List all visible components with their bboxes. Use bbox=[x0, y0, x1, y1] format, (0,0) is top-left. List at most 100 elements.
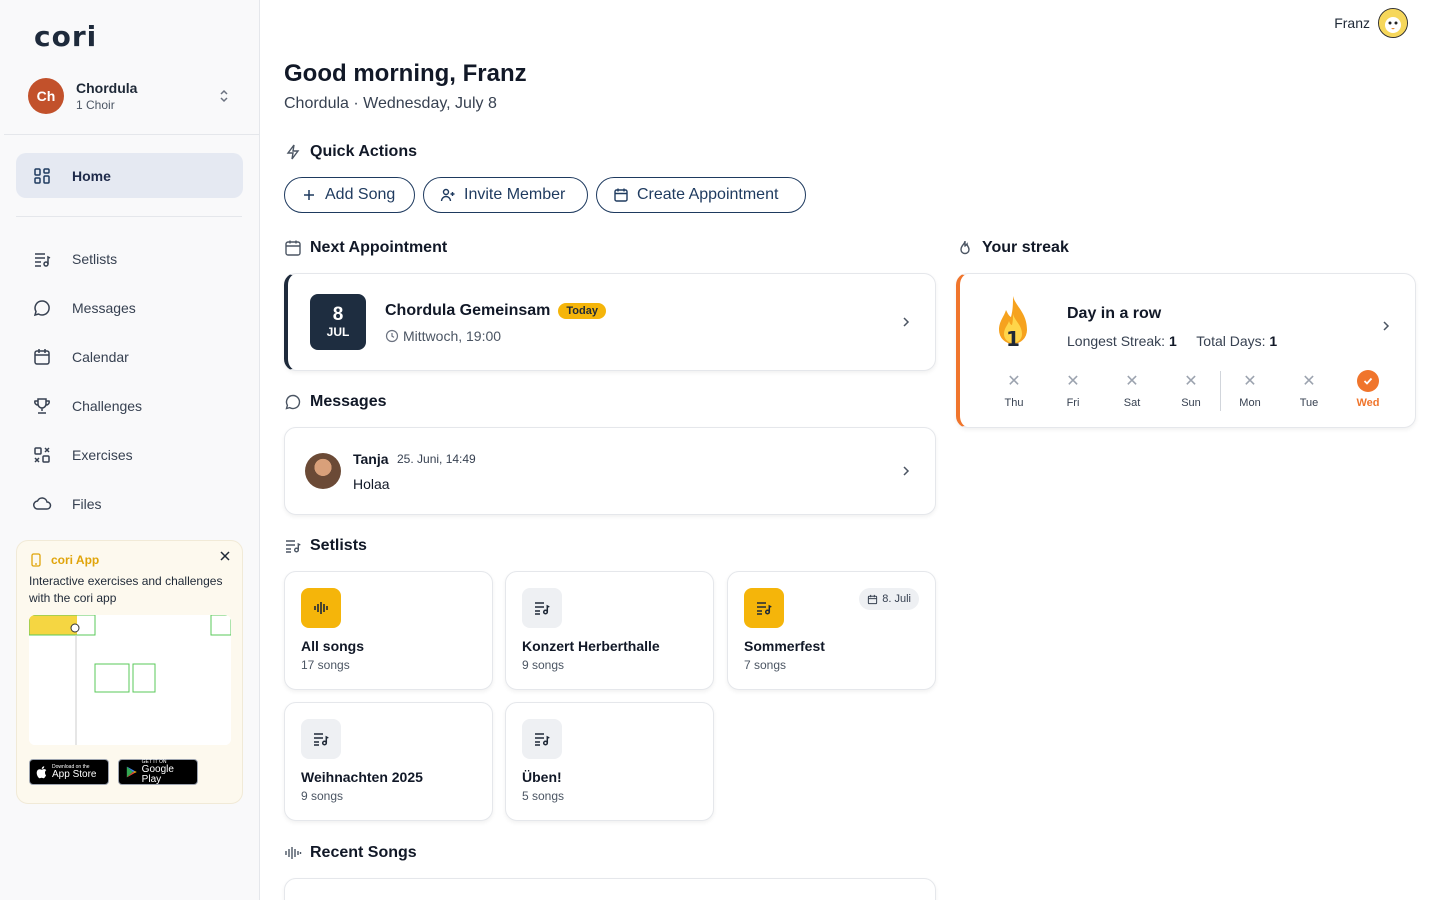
setlist-icon bbox=[744, 588, 784, 628]
lightning-icon bbox=[286, 144, 300, 160]
next-appointment-title: Next Appointment bbox=[310, 239, 448, 256]
message-icon bbox=[32, 298, 52, 318]
streak-day: ✕ Fri bbox=[1053, 369, 1093, 409]
setlist-card[interactable]: All songs 17 songs bbox=[284, 571, 493, 690]
setlist-icon bbox=[522, 719, 562, 759]
choir-name: Chordula bbox=[76, 80, 138, 96]
user-menu[interactable]: Franz bbox=[1334, 8, 1408, 38]
setlists-heading: Setlists bbox=[284, 537, 367, 555]
phone-icon bbox=[31, 553, 41, 567]
streak-card[interactable]: 1 Day in a row Longest Streak: 1 Total D… bbox=[956, 273, 1416, 428]
message-preview: Holaa bbox=[353, 476, 390, 492]
x-icon: ✕ bbox=[1302, 373, 1316, 390]
sidebar-item-challenges[interactable]: Challenges bbox=[16, 383, 243, 428]
week-divider bbox=[1220, 371, 1221, 411]
appointment-time: Mittwoch, 19:00 bbox=[385, 328, 501, 344]
sidebar-item-exercises[interactable]: Exercises bbox=[16, 432, 243, 477]
recent-songs-title: Recent Songs bbox=[310, 844, 417, 861]
setlist-icon bbox=[522, 588, 562, 628]
choir-switcher[interactable]: Ch Chordula 1 Choir bbox=[16, 68, 244, 124]
setlist-count: 7 songs bbox=[744, 658, 787, 672]
message-card[interactable]: Tanja 25. Juni, 14:49 Holaa bbox=[284, 427, 936, 515]
calendar-icon bbox=[614, 188, 628, 202]
setlist-count: 9 songs bbox=[522, 658, 565, 672]
add-song-button[interactable]: Add Song bbox=[284, 177, 415, 213]
calendar-icon bbox=[868, 594, 878, 604]
setlist-date-badge: 8. Juli bbox=[859, 588, 919, 610]
appointment-name: Chordula Gemeinsam bbox=[385, 302, 551, 319]
sidebar-item-setlists[interactable]: Setlists bbox=[16, 236, 243, 281]
setlist-count: 17 songs bbox=[301, 658, 350, 672]
day-label: Thu bbox=[1004, 397, 1024, 409]
total-days-value: 1 bbox=[1269, 333, 1278, 349]
day-label: Tue bbox=[1299, 397, 1319, 409]
streak-day: ✕ Thu bbox=[994, 369, 1034, 409]
x-icon: ✕ bbox=[1125, 373, 1139, 390]
google-play-icon bbox=[126, 766, 137, 778]
sidebar-item-files[interactable]: Files bbox=[16, 481, 243, 526]
check-icon bbox=[1357, 370, 1379, 392]
messages-heading: Messages bbox=[284, 393, 387, 411]
app-store-badge[interactable]: Download on the App Store bbox=[29, 759, 109, 785]
promo-description: Interactive exercises and challenges wit… bbox=[29, 574, 223, 605]
app-promo-card: cori App Interactive exercises and chall… bbox=[16, 540, 243, 804]
setlist-card[interactable]: Weihnachten 2025 9 songs bbox=[284, 702, 493, 821]
sidebar-item-home[interactable]: Home bbox=[16, 153, 243, 198]
setlist-card[interactable]: Konzert Herberthalle 9 songs bbox=[505, 571, 714, 690]
recent-songs-card bbox=[284, 878, 936, 900]
setlist-card[interactable]: 8. Juli Sommerfest 7 songs bbox=[727, 571, 936, 690]
exercise-icon bbox=[32, 445, 52, 465]
setlist-icon bbox=[301, 719, 341, 759]
user-plus-icon bbox=[440, 188, 455, 202]
total-days-label: Total Days: bbox=[1196, 333, 1266, 349]
appointment-day: 8 bbox=[332, 304, 344, 325]
apple-icon bbox=[36, 766, 47, 779]
quick-actions-heading: Quick Actions bbox=[284, 143, 417, 161]
message-author: Tanja bbox=[353, 451, 389, 467]
clock-icon bbox=[385, 329, 399, 343]
user-name: Franz bbox=[1334, 15, 1370, 31]
chevron-right-icon bbox=[903, 466, 910, 476]
setlist-icon bbox=[286, 540, 301, 553]
promo-title: cori App bbox=[29, 553, 230, 567]
close-icon[interactable] bbox=[218, 549, 232, 563]
promo-title-text: cori App bbox=[51, 553, 100, 567]
add-song-label: Add Song bbox=[325, 186, 396, 203]
app-store-big: App Store bbox=[52, 769, 97, 780]
streak-heading: Your streak bbox=[956, 239, 1069, 257]
sidebar: cori Ch Chordula 1 Choir Home Setlists M… bbox=[0, 0, 260, 900]
streak-day: ✕ Tue bbox=[1289, 369, 1329, 409]
setlist-count: 9 songs bbox=[301, 789, 344, 803]
sidebar-item-label: Home bbox=[72, 167, 111, 184]
promo-screenshot bbox=[29, 615, 231, 745]
setlist-name: Sommerfest bbox=[744, 638, 825, 654]
streak-day: ✕ Mon bbox=[1230, 369, 1270, 409]
invite-member-label: Invite Member bbox=[464, 186, 566, 203]
create-appointment-button[interactable]: Create Appointment bbox=[596, 177, 806, 213]
appointment-date: 8 JUL bbox=[310, 294, 366, 350]
streak-title: Your streak bbox=[982, 239, 1069, 256]
create-appointment-label: Create Appointment bbox=[637, 186, 779, 203]
message-icon bbox=[285, 394, 301, 410]
sidebar-item-calendar[interactable]: Calendar bbox=[16, 334, 243, 379]
avatar bbox=[1378, 8, 1408, 38]
invite-member-button[interactable]: Invite Member bbox=[423, 177, 588, 213]
streak-day: ✕ Sun bbox=[1171, 369, 1211, 409]
google-play-badge[interactable]: GET IT ON Google Play bbox=[118, 759, 198, 785]
waveform-icon bbox=[285, 847, 302, 859]
streak-week: ✕ Thu ✕ Fri ✕ Sat ✕ Sun ✕ Mon ✕ Tue Wed bbox=[980, 369, 1410, 413]
appointment-time-text: Mittwoch, 19:00 bbox=[403, 328, 502, 344]
sidebar-item-label: Exercises bbox=[72, 446, 133, 463]
x-icon: ✕ bbox=[1007, 373, 1021, 390]
setlist-card[interactable]: Üben! 5 songs bbox=[505, 702, 714, 821]
longest-streak-label: Longest Streak: bbox=[1067, 333, 1166, 349]
trophy-icon bbox=[32, 396, 52, 416]
day-label: Sat bbox=[1123, 397, 1141, 409]
sidebar-item-messages[interactable]: Messages bbox=[16, 285, 243, 330]
appointment-card[interactable]: 8 JUL Chordula Gemeinsam Today Mittwoch,… bbox=[284, 273, 936, 371]
longest-streak-value: 1 bbox=[1168, 333, 1177, 349]
flame-icon: 1 bbox=[999, 296, 1027, 351]
streak-heading-text: Day in a row bbox=[1067, 305, 1162, 322]
quick-actions-title: Quick Actions bbox=[310, 143, 417, 160]
cori-logo[interactable]: cori bbox=[34, 20, 97, 53]
